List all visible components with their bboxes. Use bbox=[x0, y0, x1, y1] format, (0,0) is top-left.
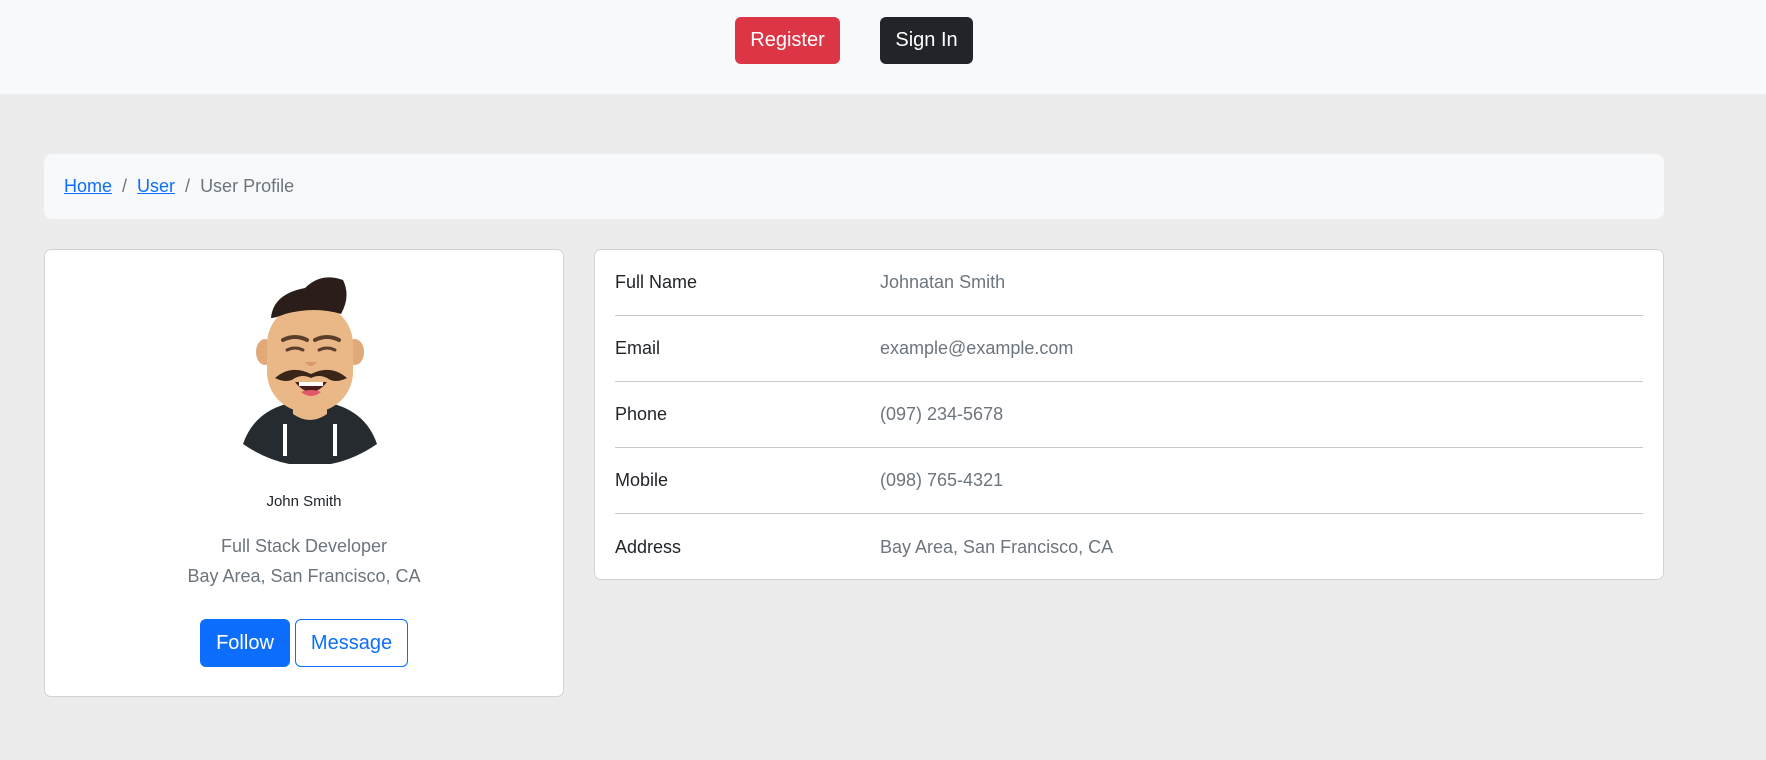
detail-row-phone: Phone (097) 234-5678 bbox=[615, 382, 1643, 448]
detail-value: Bay Area, San Francisco, CA bbox=[880, 536, 1114, 557]
detail-value: (098) 765-4321 bbox=[880, 470, 1004, 490]
breadcrumb-separator: / bbox=[122, 176, 128, 196]
detail-row-address: Address Bay Area, San Francisco, CA bbox=[615, 514, 1643, 580]
profile-card: John Smith Full Stack Developer Bay Area… bbox=[44, 249, 564, 697]
register-button[interactable]: Register bbox=[735, 17, 840, 64]
detail-row-email: Email example@example.com bbox=[615, 316, 1643, 382]
profile-job-title: Full Stack Developer bbox=[220, 536, 388, 556]
message-button[interactable]: Message bbox=[295, 619, 408, 667]
profile-name: John Smith bbox=[266, 493, 342, 510]
follow-button[interactable]: Follow bbox=[200, 619, 290, 667]
avatar-illustration-icon bbox=[243, 277, 377, 464]
sign-in-button[interactable]: Sign In bbox=[880, 17, 973, 64]
detail-value: example@example.com bbox=[880, 338, 1074, 358]
breadcrumb-home-link[interactable]: Home bbox=[64, 176, 112, 197]
detail-label: Mobile bbox=[615, 470, 669, 490]
profile-details-card: Full Name Johnatan Smith Email example@e… bbox=[594, 249, 1664, 580]
detail-row-full-name: Full Name Johnatan Smith bbox=[615, 250, 1643, 316]
detail-label: Phone bbox=[615, 404, 668, 424]
breadcrumb: Home / User / User Profile bbox=[44, 154, 1664, 219]
top-navbar: Register Sign In bbox=[0, 0, 1766, 94]
breadcrumb-current: User Profile bbox=[200, 176, 295, 196]
detail-row-mobile: Mobile (098) 765-4321 bbox=[615, 448, 1643, 514]
detail-value: (097) 234-5678 bbox=[880, 404, 1004, 424]
detail-label: Full Name bbox=[615, 272, 698, 292]
breadcrumb-user-link[interactable]: User bbox=[137, 176, 175, 197]
detail-label: Address bbox=[615, 536, 682, 557]
profile-location: Bay Area, San Francisco, CA bbox=[187, 566, 421, 586]
detail-value: Johnatan Smith bbox=[880, 272, 1006, 292]
detail-label: Email bbox=[615, 338, 661, 358]
breadcrumb-separator: / bbox=[185, 176, 191, 196]
